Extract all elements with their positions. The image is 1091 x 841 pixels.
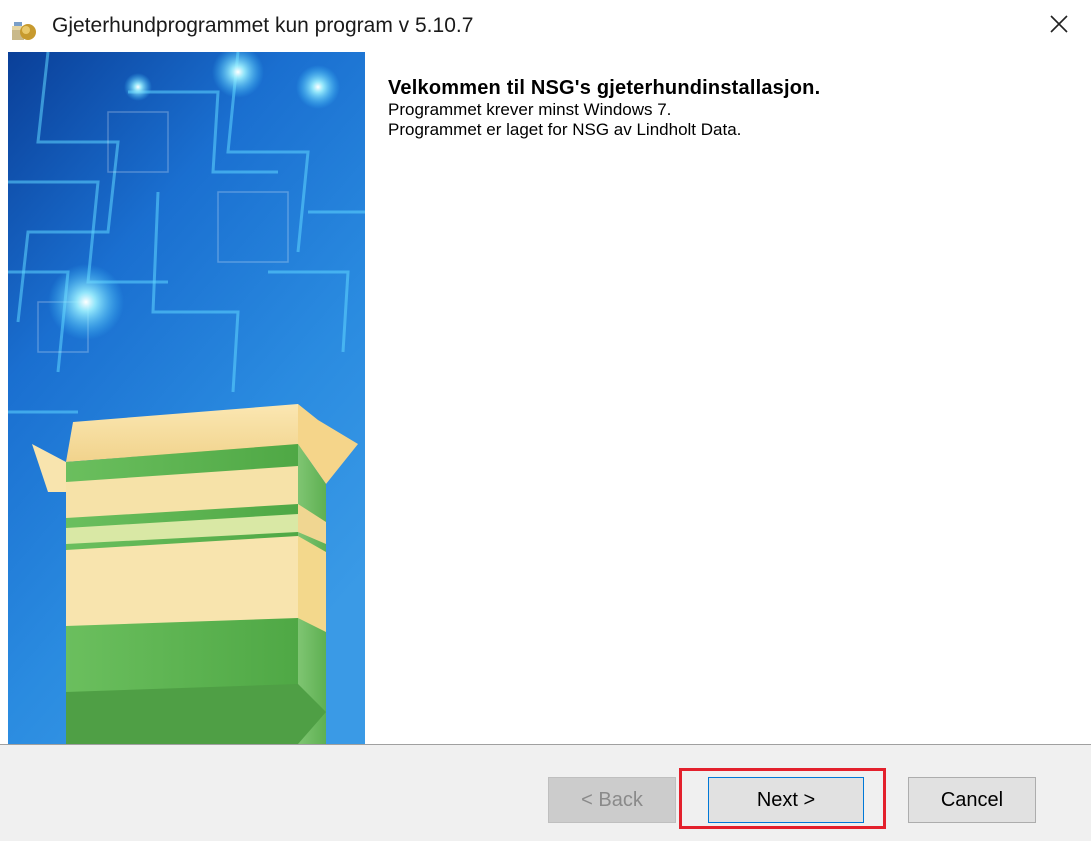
back-button[interactable]: < Back — [548, 777, 676, 823]
installer-package-illustration — [8, 52, 365, 744]
close-icon — [1050, 15, 1068, 33]
cancel-button[interactable]: Cancel — [908, 777, 1036, 823]
installer-banner-image — [8, 52, 365, 744]
window-title: Gjeterhundprogrammet kun program v 5.10.… — [52, 14, 474, 37]
installer-box-icon — [12, 22, 36, 40]
welcome-content: Velkommen til NSG's gjeterhundinstallasj… — [388, 76, 1068, 140]
next-button[interactable]: Next > — [708, 777, 864, 823]
title-bar: Gjeterhundprogrammet kun program v 5.10.… — [0, 0, 1091, 52]
close-button[interactable] — [1027, 0, 1091, 48]
welcome-heading: Velkommen til NSG's gjeterhundinstallasj… — [388, 77, 821, 99]
requirement-text: Programmet krever minst Windows 7. — [388, 100, 672, 119]
credits-text: Programmet er laget for NSG av Lindholt … — [388, 120, 742, 139]
